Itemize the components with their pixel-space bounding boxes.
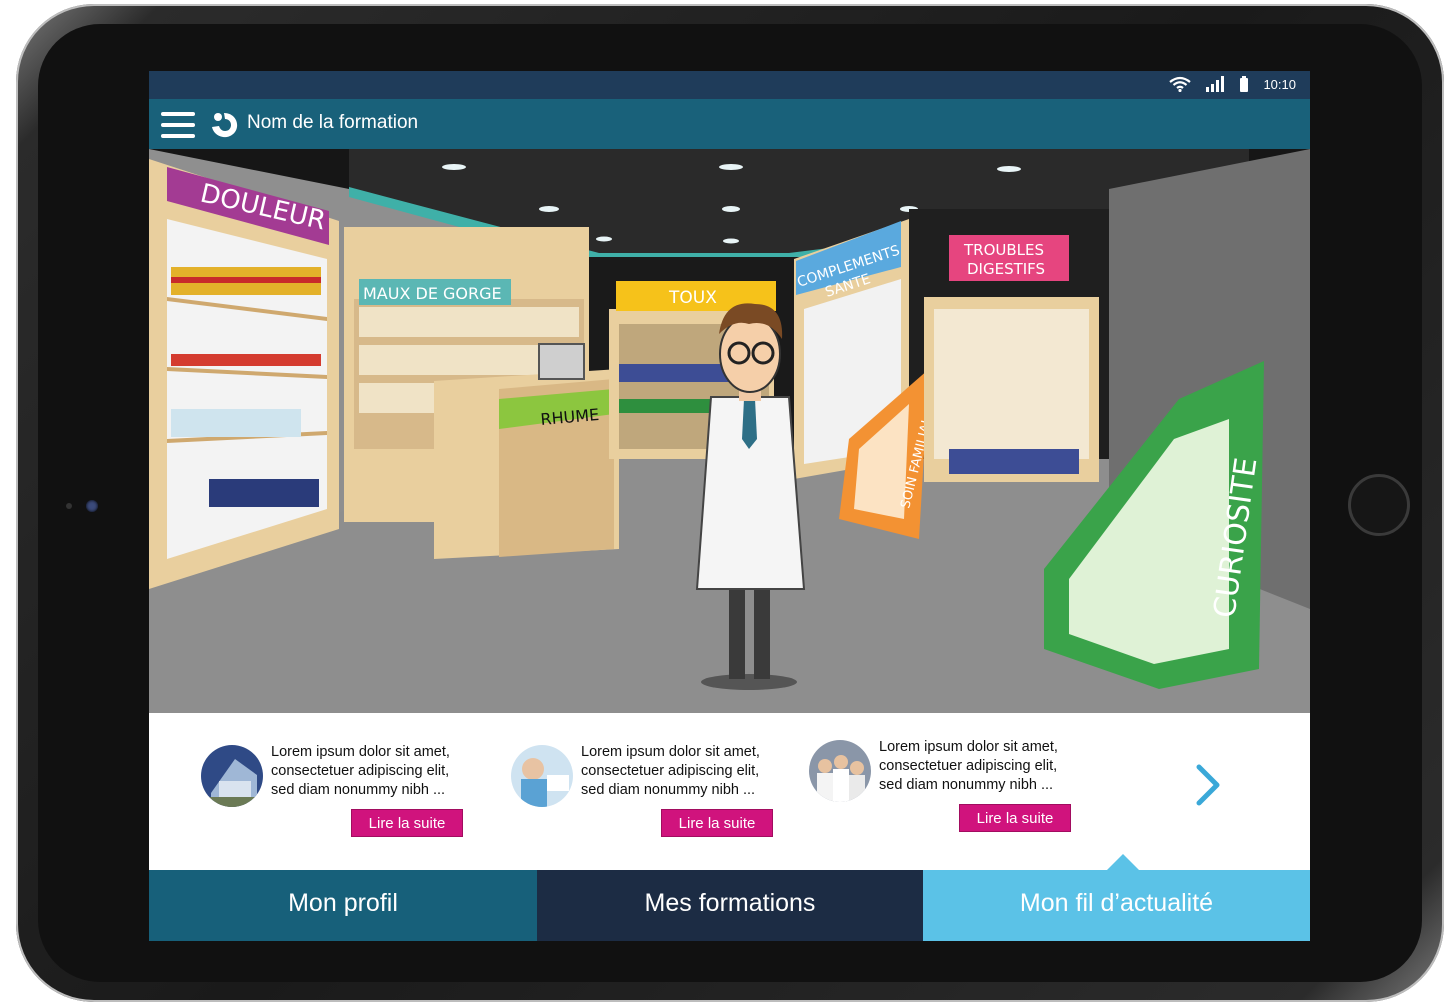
- sign-troubles-2: DIGESTIFS: [967, 260, 1045, 278]
- news-thumbnail[interactable]: [809, 740, 871, 802]
- wifi-icon: [1169, 76, 1192, 92]
- news-item: Lorem ipsum dolor sit amet, consectetuer…: [511, 743, 811, 853]
- camera: [86, 500, 98, 512]
- news-item: Lorem ipsum dolor sit amet, consectetuer…: [201, 743, 501, 853]
- pharmacy-scene[interactable]: DOULEUR MAUX DE GORGE RHUME TOUX COMPLEM…: [149, 149, 1310, 713]
- home-button[interactable]: [1348, 474, 1410, 536]
- bottom-tab-bar: Mon profil Mes formations Mon fil d’actu…: [149, 854, 1310, 941]
- tab-mes-formations[interactable]: Mes formations: [537, 870, 923, 941]
- news-text-line: Lorem ipsum dolor sit amet,: [879, 739, 1058, 755]
- news-item: Lorem ipsum dolor sit amet, consectetuer…: [809, 738, 1109, 848]
- app-bar: Nom de la formation: [149, 99, 1310, 149]
- news-thumbnail[interactable]: [201, 745, 263, 807]
- status-icons: 10:10: [1169, 76, 1296, 92]
- news-thumbnail[interactable]: [511, 745, 573, 807]
- signal-icon: [1206, 76, 1225, 92]
- tab-mon-fil-actualite[interactable]: Mon fil d’actualité: [923, 870, 1310, 941]
- read-more-button[interactable]: Lire la suite: [351, 809, 463, 837]
- news-text-line: consectetuer adipiscing elit,: [581, 763, 760, 779]
- news-text-line: Lorem ipsum dolor sit amet,: [581, 744, 760, 760]
- menu-icon[interactable]: [161, 112, 195, 138]
- read-more-button[interactable]: Lire la suite: [661, 809, 773, 837]
- news-text-line: sed diam nonummy nibh ...: [581, 782, 756, 798]
- chevron-right-icon[interactable]: [1189, 761, 1225, 809]
- pharmacy-illustration: DOULEUR MAUX DE GORGE RHUME TOUX COMPLEM…: [149, 149, 1310, 713]
- news-text-line: consectetuer adipiscing elit,: [271, 763, 450, 779]
- news-text-line: Lorem ipsum dolor sit amet,: [271, 744, 450, 760]
- news-text: Lorem ipsum dolor sit amet, consectetuer…: [581, 743, 811, 800]
- page-title: Nom de la formation: [247, 112, 419, 133]
- sign-maux-de-gorge: MAUX DE GORGE: [363, 284, 502, 303]
- logo-icon: [212, 113, 238, 138]
- news-text: Lorem ipsum dolor sit amet, consectetuer…: [879, 738, 1109, 795]
- news-text-line: sed diam nonummy nibh ...: [879, 777, 1054, 793]
- status-time: 10:10: [1263, 76, 1296, 92]
- news-text-line: consectetuer adipiscing elit,: [879, 758, 1058, 774]
- sign-toux: TOUX: [668, 288, 717, 308]
- news-text: Lorem ipsum dolor sit amet, consectetuer…: [271, 743, 501, 800]
- status-bar: 10:10: [149, 71, 1310, 99]
- active-tab-indicator: [1107, 854, 1139, 870]
- tab-mon-profil[interactable]: Mon profil: [149, 870, 537, 941]
- news-feed: Lorem ipsum dolor sit amet, consectetuer…: [149, 713, 1310, 870]
- battery-icon: [1240, 76, 1249, 92]
- read-more-button[interactable]: Lire la suite: [959, 804, 1071, 832]
- news-text-line: sed diam nonummy nibh ...: [271, 782, 446, 798]
- tablet-screen: 10:10 Nom de la formation DOULEUR MAUX D…: [149, 71, 1310, 941]
- sensor-dot: [66, 503, 72, 509]
- sign-troubles-1: TROUBLES: [963, 241, 1044, 259]
